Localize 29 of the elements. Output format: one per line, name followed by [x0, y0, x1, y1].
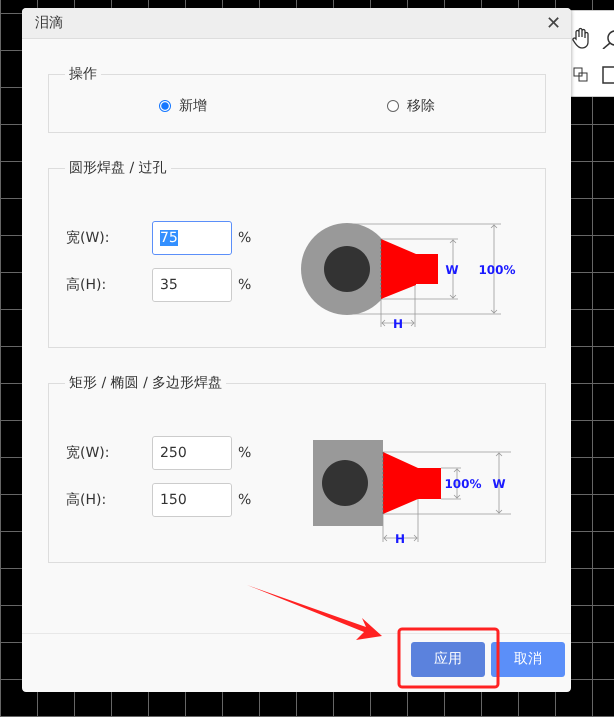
close-button[interactable]: ✕	[546, 12, 561, 34]
group-title: 矩形 / 椭圆 / 多边形焊盘	[68, 374, 224, 392]
window-title: 泪滴	[35, 14, 63, 32]
unit-label: %	[238, 445, 252, 461]
frame-icon[interactable]	[601, 65, 614, 85]
percent-label: 100%	[444, 477, 482, 491]
radio-button[interactable]	[387, 100, 399, 112]
width-label: W	[492, 477, 506, 491]
unit-label: %	[238, 230, 252, 246]
group-title: 操作	[68, 65, 98, 83]
apply-button[interactable]: 应用	[411, 642, 485, 676]
field-label: 宽(W):	[66, 229, 110, 247]
height-label: H	[394, 532, 406, 546]
field-label: 高(H):	[66, 491, 108, 509]
field-label: 高(H):	[66, 276, 108, 294]
input-field[interactable]: 35	[152, 268, 232, 302]
width-label: W	[445, 263, 459, 277]
unit-label: %	[238, 277, 252, 293]
radio-label[interactable]: 移除	[407, 97, 435, 115]
input-field[interactable]: 250	[152, 436, 232, 470]
hand-icon[interactable]	[571, 27, 591, 49]
unit-label: %	[238, 492, 252, 508]
radio-button[interactable]	[159, 100, 171, 112]
radio-label[interactable]: 新增	[179, 97, 207, 115]
field-label: 宽(W):	[66, 444, 110, 462]
input-field[interactable]: 150	[152, 483, 232, 517]
height-label: H	[392, 317, 404, 331]
group-title: 圆形焊盘 / 过孔	[68, 159, 168, 177]
percent-label: 100%	[478, 263, 516, 277]
